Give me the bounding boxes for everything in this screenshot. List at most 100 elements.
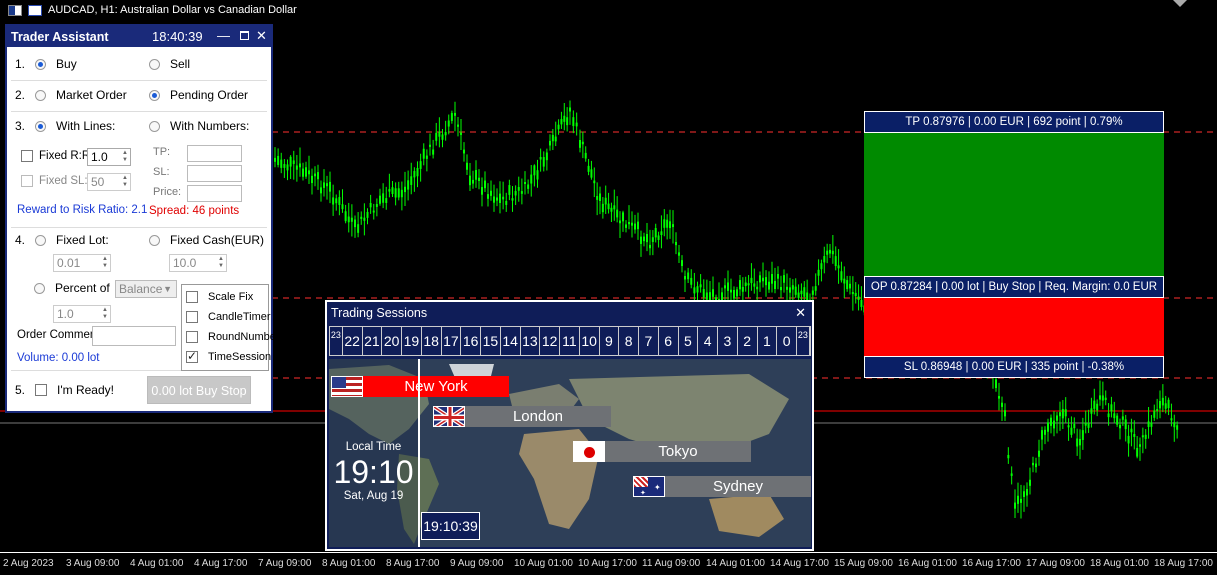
candle-body bbox=[843, 278, 846, 284]
option-round-number[interactable]: RoundNumber bbox=[186, 331, 280, 343]
pending-order-option[interactable]: Pending Order bbox=[149, 88, 248, 102]
maximize-icon[interactable] bbox=[239, 27, 249, 41]
fixed-rr-option[interactable]: Fixed R:R bbox=[21, 150, 90, 162]
step-2: 2. Market Order bbox=[15, 88, 127, 102]
trader-assistant-panel: Trader Assistant 18:40:39 — ✕ 1. Buy Sel… bbox=[5, 24, 280, 413]
sl-input[interactable] bbox=[187, 165, 242, 182]
stepper-arrows-icon[interactable]: ▲ ▼ bbox=[122, 175, 128, 189]
stepper-arrows-icon[interactable]: ▲ ▼ bbox=[122, 150, 128, 164]
candle-body bbox=[797, 292, 800, 298]
candle-body bbox=[747, 283, 750, 286]
scale-fix-checkbox[interactable] bbox=[186, 291, 198, 303]
time-axis-label: 8 Aug 01:00 bbox=[322, 558, 376, 569]
fixed-cash-radio[interactable] bbox=[149, 234, 160, 246]
volume-info: Volume: 0.00 lot bbox=[17, 352, 100, 364]
percent-stepper[interactable]: 1.0 ▲ ▼ bbox=[53, 305, 111, 323]
session-sydney[interactable]: Sydney bbox=[665, 476, 811, 497]
stepper-arrows-icon[interactable]: ▲ ▼ bbox=[102, 307, 108, 321]
take-profit-zone[interactable] bbox=[864, 133, 1164, 277]
stepper-arrows-icon[interactable]: ▲ ▼ bbox=[102, 256, 108, 270]
candle-body bbox=[554, 136, 557, 142]
candle-body bbox=[524, 181, 526, 185]
stepper-arrows-icon[interactable]: ▲ ▼ bbox=[218, 256, 224, 270]
market-order-radio[interactable] bbox=[35, 89, 47, 101]
candle-body bbox=[469, 175, 471, 186]
fixed-lot-value: 0.01 bbox=[57, 256, 81, 270]
trader-assistant-titlebar[interactable]: Trader Assistant 18:40:39 — ✕ bbox=[7, 26, 271, 47]
pending-order-radio[interactable] bbox=[149, 89, 160, 101]
hour-cell: 20 bbox=[382, 327, 403, 355]
hour-cell: 6 bbox=[659, 327, 679, 355]
ready-checkbox[interactable] bbox=[35, 384, 48, 396]
candle-body bbox=[1133, 434, 1136, 437]
order-comment-input[interactable] bbox=[92, 326, 176, 346]
stop-loss-zone[interactable] bbox=[864, 298, 1164, 356]
fixed-sl-stepper[interactable]: 50 ▲ ▼ bbox=[87, 173, 131, 191]
candle-body bbox=[454, 112, 456, 116]
candle-body bbox=[1059, 412, 1061, 417]
candle-body bbox=[366, 211, 369, 218]
sell-option[interactable]: Sell bbox=[149, 57, 190, 71]
tp-label[interactable]: TP 0.87976 | 0.00 EUR | 692 point | 0.79… bbox=[864, 111, 1164, 133]
option-scale-fix[interactable]: Scale Fix bbox=[186, 291, 253, 303]
time-session-checkbox[interactable] bbox=[186, 349, 198, 363]
time-axis-label: 15 Aug 09:00 bbox=[834, 558, 893, 569]
session-new-york[interactable]: New York bbox=[363, 376, 509, 397]
hour-cell: 16 bbox=[461, 327, 482, 355]
buy-radio[interactable] bbox=[35, 58, 47, 70]
sl-label[interactable]: SL 0.86948 | 0.00 EUR | 335 point | -0.3… bbox=[864, 356, 1164, 378]
with-numbers-option[interactable]: With Numbers: bbox=[149, 119, 249, 133]
percent-of-option[interactable]: Percent of bbox=[34, 281, 110, 295]
trading-sessions-titlebar[interactable]: Trading Sessions ✕ bbox=[327, 302, 812, 324]
sell-radio[interactable] bbox=[149, 58, 160, 70]
op-label[interactable]: OP 0.87284 | 0.00 lot | Buy Stop | Req. … bbox=[864, 276, 1164, 298]
with-lines-radio[interactable] bbox=[35, 120, 47, 132]
candle-body bbox=[539, 157, 542, 160]
round-number-checkbox[interactable] bbox=[186, 331, 198, 343]
candle-body bbox=[690, 277, 693, 285]
fixed-sl-checkbox[interactable] bbox=[21, 175, 33, 187]
fixed-cash-stepper[interactable]: 10.0 ▲ ▼ bbox=[169, 254, 227, 272]
option-time-session[interactable]: TimeSession bbox=[186, 349, 271, 363]
candle-body bbox=[508, 185, 511, 195]
candle-body bbox=[1029, 479, 1031, 486]
percent-of-radio[interactable] bbox=[34, 282, 45, 294]
price-input[interactable] bbox=[187, 185, 242, 202]
fixed-sl-label: Fixed SL: bbox=[39, 175, 88, 187]
candle-body bbox=[397, 188, 400, 198]
fixed-sl-option[interactable]: Fixed SL: bbox=[21, 175, 88, 187]
tp-input[interactable] bbox=[187, 145, 242, 162]
fixed-rr-checkbox[interactable] bbox=[21, 150, 33, 162]
fixed-lot-stepper[interactable]: 0.01 ▲ ▼ bbox=[53, 254, 111, 272]
candle-body bbox=[1153, 410, 1156, 418]
option-candle-timer[interactable]: CandleTimer bbox=[186, 311, 271, 323]
with-numbers-radio[interactable] bbox=[149, 120, 160, 132]
balance-select[interactable]: Balance ▼ bbox=[115, 280, 177, 298]
candle-timer-checkbox[interactable] bbox=[186, 311, 198, 323]
candle-body bbox=[783, 275, 785, 283]
balance-value: Balance bbox=[119, 282, 163, 296]
divider bbox=[11, 227, 267, 228]
chart-settings-icon[interactable] bbox=[8, 4, 22, 16]
candle-body bbox=[1032, 462, 1034, 466]
percent-value: 1.0 bbox=[57, 307, 74, 321]
candle-body bbox=[1067, 425, 1070, 428]
candle-body bbox=[604, 197, 607, 205]
close-icon[interactable]: ✕ bbox=[795, 302, 806, 324]
candle-body bbox=[286, 164, 289, 171]
session-tokyo[interactable]: Tokyo bbox=[605, 441, 751, 462]
candle-body bbox=[511, 198, 514, 201]
candle-body bbox=[753, 283, 756, 287]
fixed-rr-stepper[interactable]: 1.0 ▲ ▼ bbox=[87, 148, 131, 166]
close-icon[interactable]: ✕ bbox=[256, 28, 267, 44]
fixed-cash-option[interactable]: Fixed Cash(EUR) bbox=[149, 233, 264, 247]
place-order-button[interactable]: 0.00 lot Buy Stop bbox=[147, 376, 251, 404]
candle-body bbox=[569, 107, 571, 112]
minimize-icon[interactable]: — bbox=[217, 28, 230, 43]
time-axis-label: 17 Aug 09:00 bbox=[1026, 558, 1085, 569]
session-london[interactable]: London bbox=[465, 406, 611, 427]
reward-risk-ratio: Reward to Risk Ratio: 2.1 bbox=[17, 204, 148, 216]
candle-body bbox=[634, 223, 636, 230]
fixed-lot-radio[interactable] bbox=[35, 234, 47, 246]
symbol-icon[interactable] bbox=[28, 4, 42, 16]
